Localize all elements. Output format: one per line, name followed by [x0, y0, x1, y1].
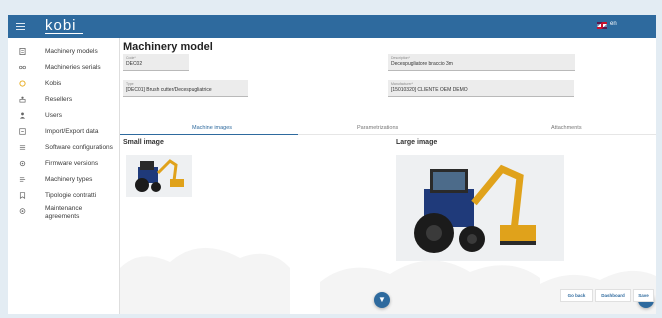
agreement-icon [19, 208, 26, 214]
firmware-icon [19, 160, 26, 167]
sidebar-item-software-configurations[interactable]: Software configurations [8, 142, 120, 154]
user-icon [19, 112, 26, 119]
manufacturer-field-value: [15010320] CLIENTE OEM DEMO [391, 87, 468, 93]
sidebar-item-label: Users [45, 112, 62, 119]
manufacturer-field[interactable]: Manufacturer* [15010320] CLIENTE OEM DEM… [388, 80, 574, 97]
document-icon [19, 48, 26, 55]
serials-icon [19, 65, 26, 70]
go-back-button[interactable]: Go back [560, 289, 593, 302]
sidebar-item-firmware-versions[interactable]: Firmware versions [8, 158, 120, 170]
type-field-value: [DEC01] Brush cutter/Decespugliatrice [126, 87, 212, 93]
manufacturer-field-label: Manufacturer* [391, 82, 413, 86]
sidebar-item-import-export[interactable]: Import/Export data [8, 126, 120, 138]
small-machine-image[interactable] [126, 155, 192, 197]
sidebar-item-tipologie-contratti[interactable]: Tipologie contratti [8, 190, 120, 202]
tab-attachments[interactable]: Attachments [551, 125, 582, 131]
description-field[interactable]: Description* Decespugliatore braccio 3m [388, 54, 575, 71]
sidebar-item-label: Firmware versions [45, 160, 99, 167]
logo-underline [45, 33, 83, 34]
sidebar-item-label: Resellers [45, 96, 73, 103]
large-image-title: Large image [396, 139, 438, 146]
dashboard-button[interactable]: Dashboard [595, 289, 631, 302]
filter-icon: ▼ [378, 295, 386, 304]
sidebar-item-machineries-serials[interactable]: Machineries serials [8, 62, 120, 74]
code-field[interactable]: Code* DEC02 [123, 54, 189, 71]
type-field[interactable]: Type [DEC01] Brush cutter/Decespugliatri… [123, 80, 248, 97]
import-export-icon [19, 128, 26, 135]
resellers-icon [19, 96, 26, 103]
code-field-value: DEC02 [126, 61, 143, 67]
sidebar-item-label: Tipologie contratti [45, 192, 97, 199]
sidebar: Machinery models Machineries serials Kob… [8, 38, 120, 314]
code-field-label: Code* [126, 56, 136, 60]
sidebar-item-label-line2: agreements [45, 213, 80, 220]
sidebar-item-maintenance-agreements[interactable]: Maintenance agreements [8, 205, 120, 221]
sidebar-item-label: Machinery models [45, 48, 98, 55]
list-icon [19, 177, 26, 182]
small-image-title: Small image [123, 139, 164, 146]
tab-machine-images[interactable]: Machine images [192, 125, 232, 131]
bookmark-icon [19, 192, 26, 199]
description-field-label: Description* [391, 56, 410, 60]
sliders-icon [19, 145, 26, 150]
filter-fab-button[interactable]: ▼ [374, 292, 390, 308]
type-field-label: Type [126, 82, 134, 86]
hamburger-menu-icon[interactable] [16, 23, 25, 30]
sidebar-item-label-line1: Maintenance [45, 205, 83, 212]
app-logo[interactable]: kobi [45, 17, 77, 34]
tab-parametrizations[interactable]: Parametrizations [357, 125, 398, 131]
sidebar-item-label: Software configurations [45, 144, 113, 151]
kobi-device-icon [19, 80, 26, 87]
sidebar-item-label: Maintenance agreements [45, 205, 82, 221]
app-window: kobi en Machinery models Machineries ser… [8, 15, 656, 314]
uk-flag-overlay [597, 22, 607, 29]
sidebar-item-label: Machineries serials [45, 64, 101, 71]
top-bar: kobi en [8, 15, 656, 38]
language-selector[interactable]: en [610, 21, 617, 27]
sidebar-item-label: Kobis [45, 80, 62, 87]
description-field-value: Decespugliatore braccio 3m [391, 61, 453, 67]
active-tab-indicator [120, 134, 298, 135]
page-title: Machinery model [123, 41, 213, 53]
sidebar-item-machinery-models[interactable]: Machinery models [8, 46, 120, 58]
main-content: Machinery model Code* DEC02 Description*… [120, 38, 656, 314]
sidebar-item-resellers[interactable]: Resellers [8, 94, 120, 106]
sidebar-item-users[interactable]: Users [8, 110, 120, 122]
sidebar-item-machinery-types[interactable]: Machinery types [8, 174, 120, 186]
sidebar-item-label: Import/Export data [45, 128, 99, 135]
save-button[interactable]: Save [633, 289, 654, 302]
sidebar-item-label: Machinery types [45, 176, 93, 183]
sidebar-item-kobis[interactable]: Kobis [8, 78, 120, 90]
